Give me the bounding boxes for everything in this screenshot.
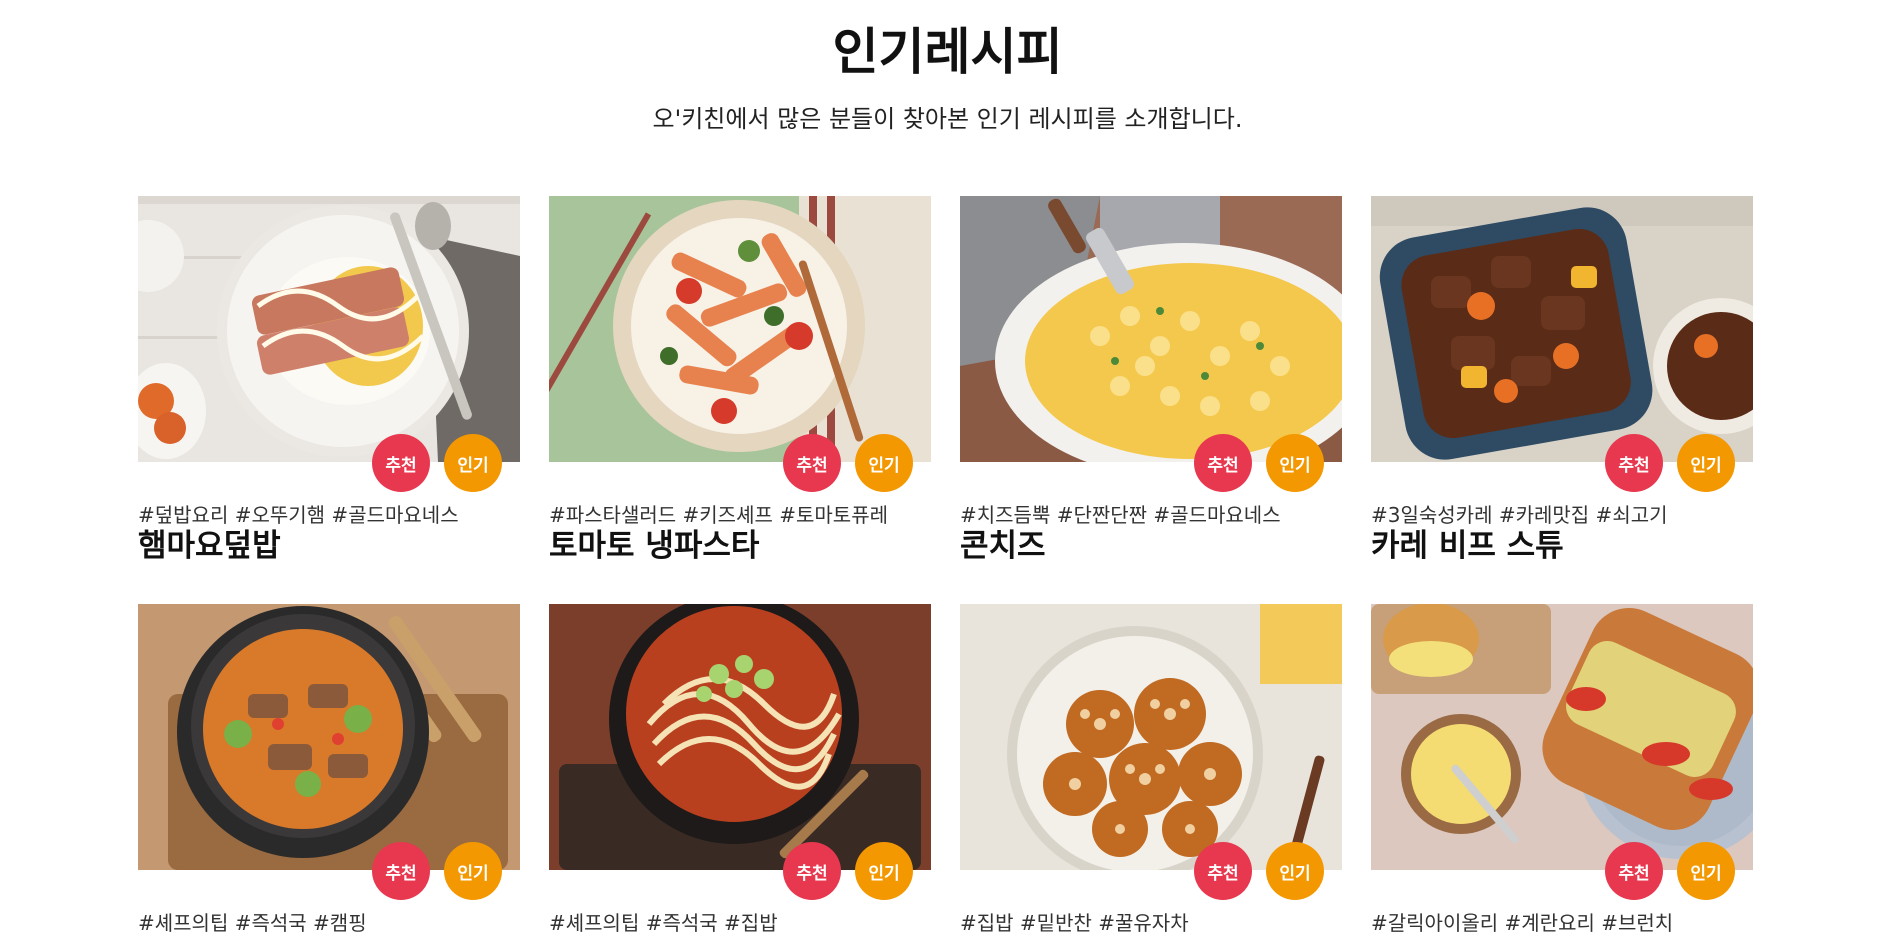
curry-beef-stew-image (1371, 196, 1753, 462)
recipe-card[interactable]: 추천 인기 #파스타샐러드 #키즈셰프 #토마토퓨레 토마토 냉파스타 (549, 196, 931, 564)
recommend-badge: 추천 (372, 842, 430, 900)
popular-badge: 인기 (444, 434, 502, 492)
recommend-badge: 추천 (783, 842, 841, 900)
recipe-name[interactable]: 토마토 냉파스타 (549, 526, 759, 566)
recommend-badge: 추천 (1605, 842, 1663, 900)
tomato-cold-pasta-image (549, 196, 931, 462)
recommend-badge: 추천 (1194, 842, 1252, 900)
recipe-card[interactable]: 추천 인기 #갈릭아이올리 #계란요리 #브런치 (1371, 604, 1753, 937)
popular-badge: 인기 (1266, 842, 1324, 900)
popular-badge: 인기 (1677, 434, 1735, 492)
recipe-card[interactable]: 추천 인기 #셰프의팁 #즉석국 #캠핑 (138, 604, 520, 937)
egg-sandwich-image (1371, 604, 1753, 870)
recipe-image[interactable] (1371, 196, 1753, 462)
popular-badge: 인기 (855, 434, 913, 492)
section-subtitle: 오'키친에서 많은 분들이 찾아본 인기 레시피를 소개합니다. (652, 105, 1243, 133)
spicy-udon-image (549, 604, 931, 870)
popular-badge: 인기 (855, 842, 913, 900)
recipe-card[interactable]: 추천 인기 #셰프의팁 #즉석국 #집밥 (549, 604, 931, 937)
recipe-image[interactable] (960, 604, 1342, 870)
corn-cheese-image (960, 196, 1342, 462)
beef-stew-pot-image (138, 604, 520, 870)
recipe-tags[interactable]: #덮밥요리 #오뚜기햄 #골드마요네스 (138, 502, 459, 528)
braised-lotus-root-image (960, 604, 1342, 870)
popular-badge: 인기 (444, 842, 502, 900)
recipe-grid: 추천 인기 #덮밥요리 #오뚜기햄 #골드마요네스 햄마요덮밥 추천 인기 #파… (138, 196, 1758, 937)
recommend-badge: 추천 (783, 434, 841, 492)
recipe-tags[interactable]: #치즈듬뿍 #단짠단짠 #골드마요네스 (960, 502, 1281, 528)
recipe-card[interactable]: 추천 인기 #집밥 #밑반찬 #꿀유자차 (960, 604, 1342, 937)
recommend-badge: 추천 (372, 434, 430, 492)
recipe-name[interactable]: 콘치즈 (960, 526, 1046, 566)
ham-mayo-rice-bowl-image (138, 196, 520, 462)
recipe-card[interactable]: 추천 인기 #3일숙성카레 #카레맛집 #쇠고기 카레 비프 스튜 (1371, 196, 1753, 564)
recipe-name[interactable]: 카레 비프 스튜 (1371, 526, 1564, 566)
popular-recipes-page: 인기레시피 오'키친에서 많은 분들이 찾아본 인기 레시피를 소개합니다. 추… (0, 0, 1895, 937)
recipe-image[interactable] (138, 196, 520, 462)
popular-badge: 인기 (1677, 842, 1735, 900)
popular-badge: 인기 (1266, 434, 1324, 492)
recipe-card[interactable]: 추천 인기 #치즈듬뿍 #단짠단짠 #골드마요네스 콘치즈 (960, 196, 1342, 564)
recipe-image[interactable] (138, 604, 520, 870)
recipe-image[interactable] (549, 196, 931, 462)
recipe-tags[interactable]: #3일숙성카레 #카레맛집 #쇠고기 (1371, 502, 1668, 528)
recipe-tags[interactable]: #집밥 #밑반찬 #꿀유자차 (960, 910, 1189, 936)
recipe-tags[interactable]: #셰프의팁 #즉석국 #집밥 (549, 910, 778, 936)
recipe-image[interactable] (549, 604, 931, 870)
recipe-image[interactable] (960, 196, 1342, 462)
section-title: 인기레시피 (832, 23, 1063, 81)
recipe-tags[interactable]: #파스타샐러드 #키즈셰프 #토마토퓨레 (549, 502, 888, 528)
recipe-card[interactable]: 추천 인기 #덮밥요리 #오뚜기햄 #골드마요네스 햄마요덮밥 (138, 196, 520, 564)
recipe-tags[interactable]: #셰프의팁 #즉석국 #캠핑 (138, 910, 367, 936)
recipe-image[interactable] (1371, 604, 1753, 870)
recommend-badge: 추천 (1194, 434, 1252, 492)
recipe-tags[interactable]: #갈릭아이올리 #계란요리 #브런치 (1371, 910, 1673, 936)
recipe-name[interactable]: 햄마요덮밥 (138, 526, 281, 566)
recommend-badge: 추천 (1605, 434, 1663, 492)
